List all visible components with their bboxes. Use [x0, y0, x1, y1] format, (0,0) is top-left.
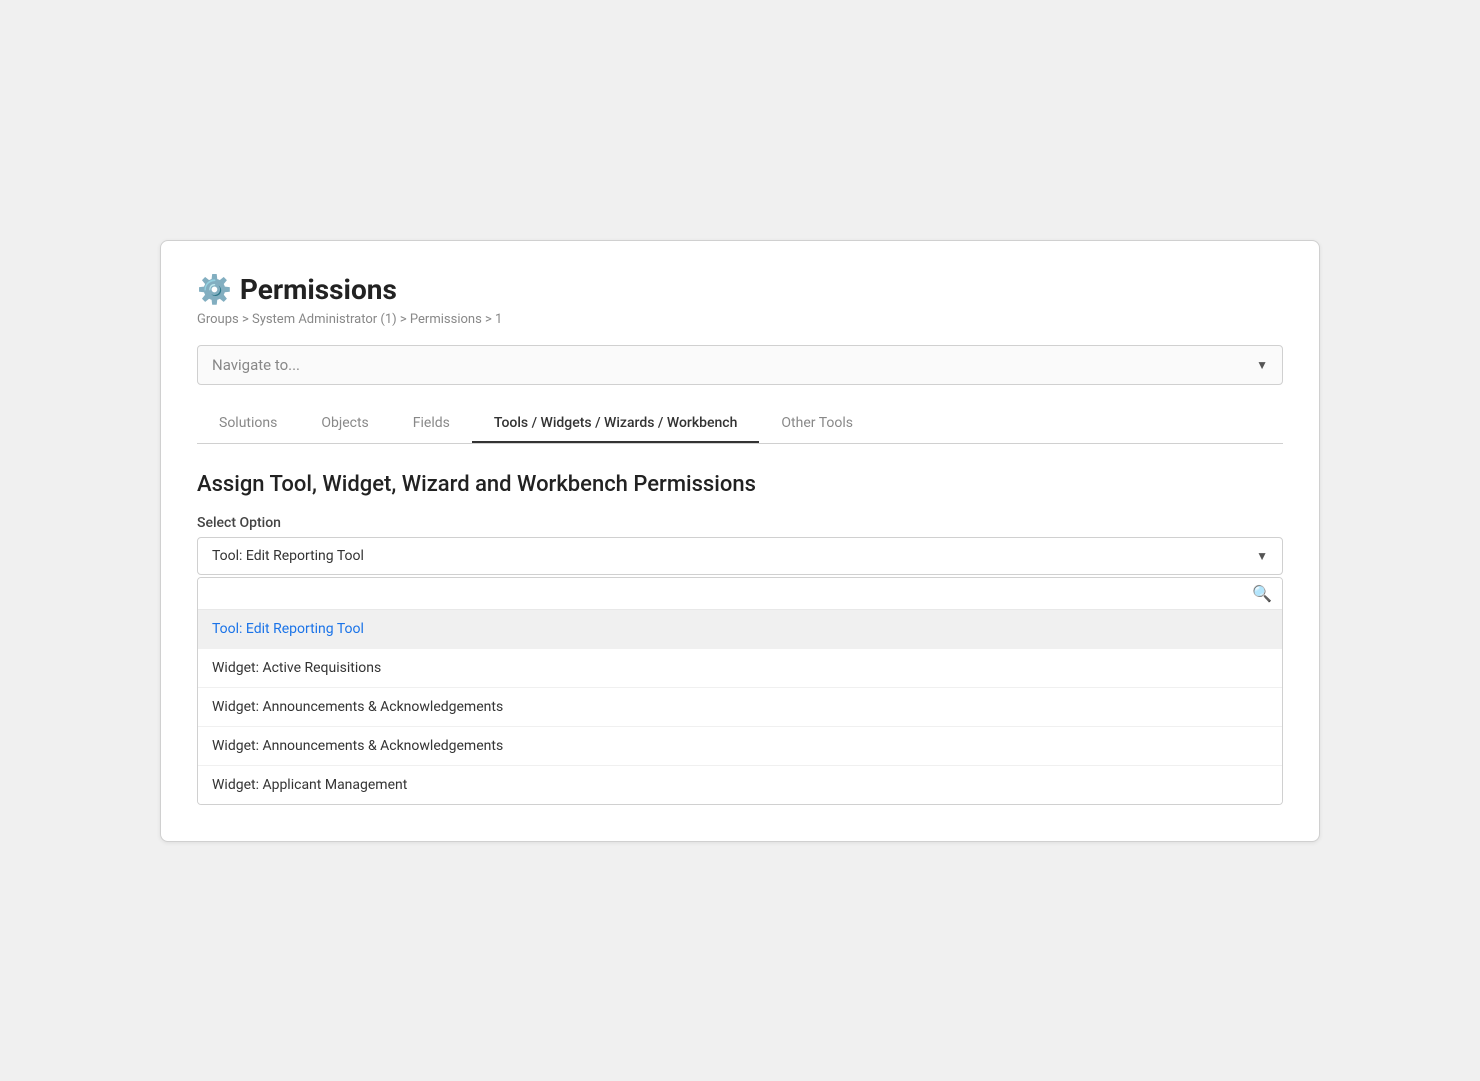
dropdown-item-1[interactable]: Widget: Active Requisitions — [198, 649, 1282, 688]
section-title: Assign Tool, Widget, Wizard and Workbenc… — [197, 472, 1283, 497]
tab-objects[interactable]: Objects — [299, 405, 390, 443]
dropdown-open-panel: 🔍 Tool: Edit Reporting Tool Widget: Acti… — [197, 577, 1283, 805]
dropdown-item-2[interactable]: Widget: Announcements & Acknowledgements — [198, 688, 1282, 727]
tab-tools[interactable]: Tools / Widgets / Wizards / Workbench — [472, 405, 760, 443]
page-title: Permissions — [240, 273, 397, 306]
tab-solutions[interactable]: Solutions — [197, 405, 299, 443]
tab-fields[interactable]: Fields — [391, 405, 472, 443]
dropdown-item-3[interactable]: Widget: Announcements & Acknowledgements — [198, 727, 1282, 766]
navigate-dropdown-arrow: ▼ — [1256, 358, 1268, 372]
search-row: 🔍 — [198, 578, 1282, 610]
section-content: Assign Tool, Widget, Wizard and Workbenc… — [197, 472, 1283, 805]
dropdown-item-0[interactable]: Tool: Edit Reporting Tool — [198, 610, 1282, 649]
select-option-label: Select Option — [197, 515, 1283, 531]
dropdown-item-4[interactable]: Widget: Applicant Management — [198, 766, 1282, 804]
main-card: ⚙️ Permissions Groups > System Administr… — [160, 240, 1320, 842]
page-title-row: ⚙️ Permissions — [197, 273, 1283, 306]
tabs-container: Solutions Objects Fields Tools / Widgets… — [197, 405, 1283, 444]
tab-other-tools[interactable]: Other Tools — [759, 405, 875, 443]
navigate-dropdown-label: Navigate to... — [212, 356, 300, 374]
select-dropdown-arrow: ▼ — [1256, 549, 1268, 563]
gear-icon: ⚙️ — [197, 273, 232, 306]
navigate-dropdown[interactable]: Navigate to... ▼ — [197, 345, 1283, 385]
select-dropdown[interactable]: Tool: Edit Reporting Tool ▼ — [197, 537, 1283, 575]
search-icon[interactable]: 🔍 — [1252, 584, 1272, 603]
breadcrumb: Groups > System Administrator (1) > Perm… — [197, 312, 1283, 327]
select-dropdown-value: Tool: Edit Reporting Tool — [212, 548, 364, 564]
